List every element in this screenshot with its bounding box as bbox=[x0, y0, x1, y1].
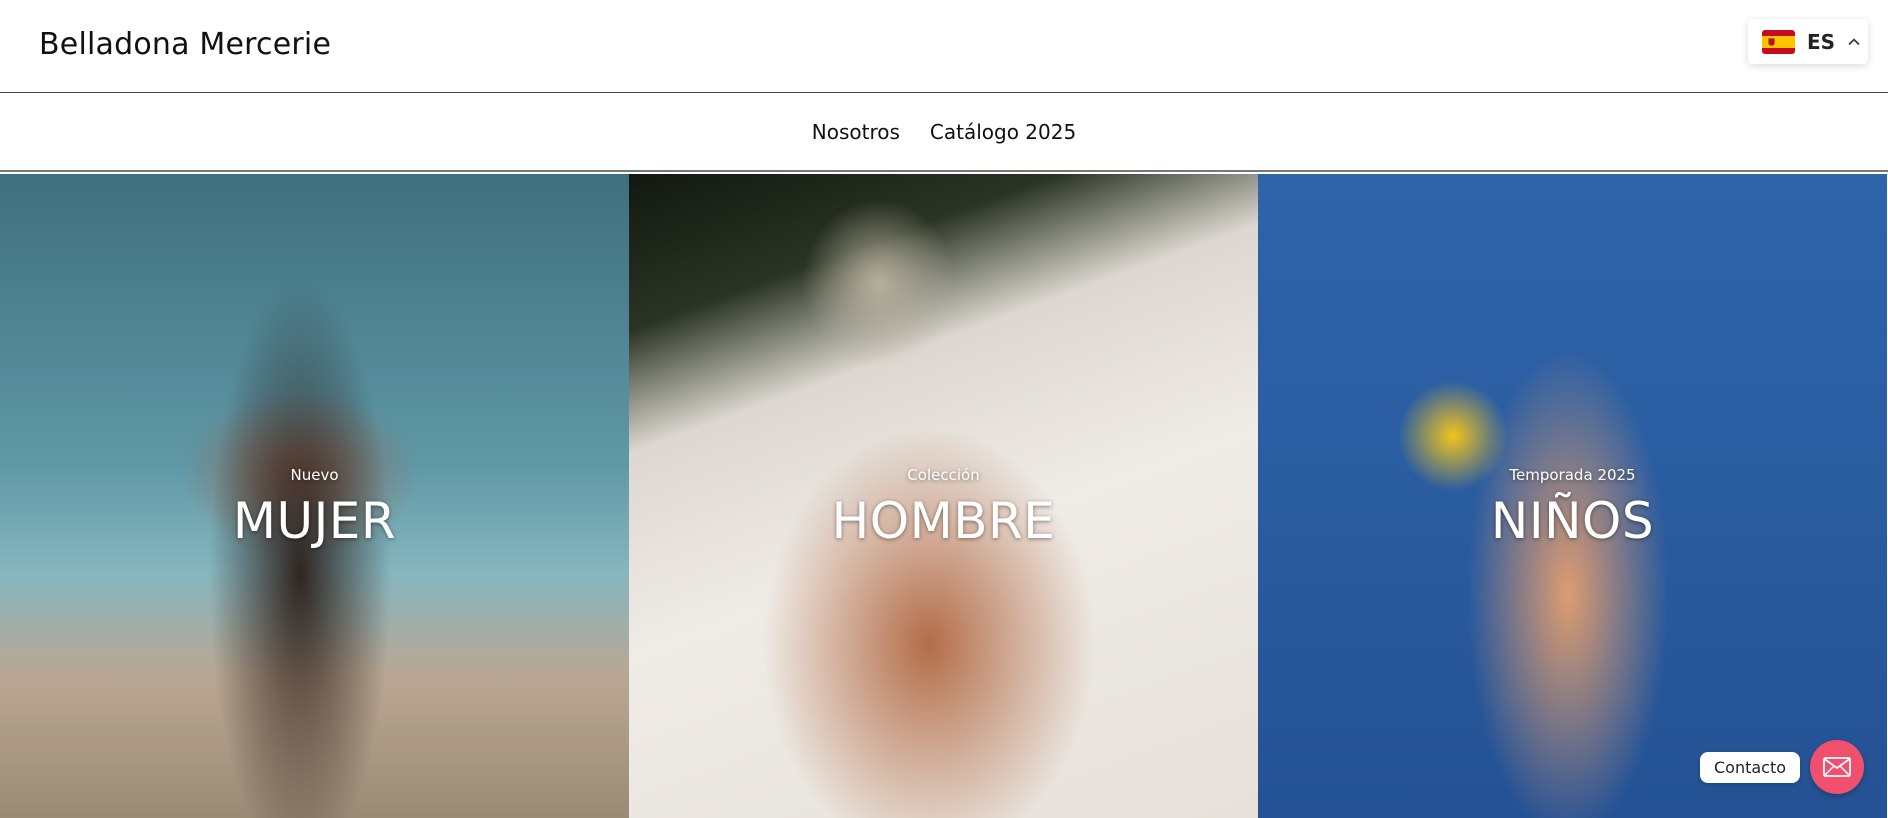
panel-eyebrow: Colección bbox=[907, 466, 980, 484]
language-code: ES bbox=[1807, 29, 1836, 54]
category-panel-mujer[interactable]: Nuevo MUJER bbox=[0, 174, 629, 818]
nav-item-catalogo[interactable]: Catálogo 2025 bbox=[930, 120, 1076, 144]
category-panel-ninos[interactable]: Temporada 2025 NIÑOS bbox=[1258, 174, 1887, 818]
contact-widget: Contacto bbox=[1700, 740, 1865, 794]
spain-flag-icon bbox=[1762, 29, 1795, 54]
category-panels: Nuevo MUJER Colección HOMBRE Temporada 2… bbox=[0, 174, 1888, 818]
language-selector[interactable]: ES bbox=[1748, 19, 1868, 64]
main-nav: Nosotros Catálogo 2025 bbox=[0, 94, 1888, 172]
panel-eyebrow: Nuevo bbox=[290, 466, 339, 484]
panel-title: HOMBRE bbox=[831, 492, 1056, 550]
category-panel-hombre[interactable]: Colección HOMBRE bbox=[629, 174, 1258, 818]
contact-label[interactable]: Contacto bbox=[1700, 751, 1801, 783]
chevron-up-icon bbox=[1848, 37, 1860, 45]
nav-item-nosotros[interactable]: Nosotros bbox=[812, 120, 900, 144]
panel-caption: Colección HOMBRE bbox=[629, 466, 1258, 550]
site-header: Belladona Mercerie ES bbox=[0, 0, 1888, 93]
contact-button[interactable] bbox=[1810, 740, 1865, 794]
panel-caption: Temporada 2025 NIÑOS bbox=[1258, 466, 1887, 550]
panel-title: MUJER bbox=[232, 492, 397, 550]
envelope-icon bbox=[1823, 757, 1851, 777]
brand-logo[interactable]: Belladona Mercerie bbox=[39, 27, 331, 62]
panel-caption: Nuevo MUJER bbox=[0, 466, 629, 550]
panel-eyebrow: Temporada 2025 bbox=[1509, 466, 1636, 484]
panel-title: NIÑOS bbox=[1490, 492, 1655, 550]
